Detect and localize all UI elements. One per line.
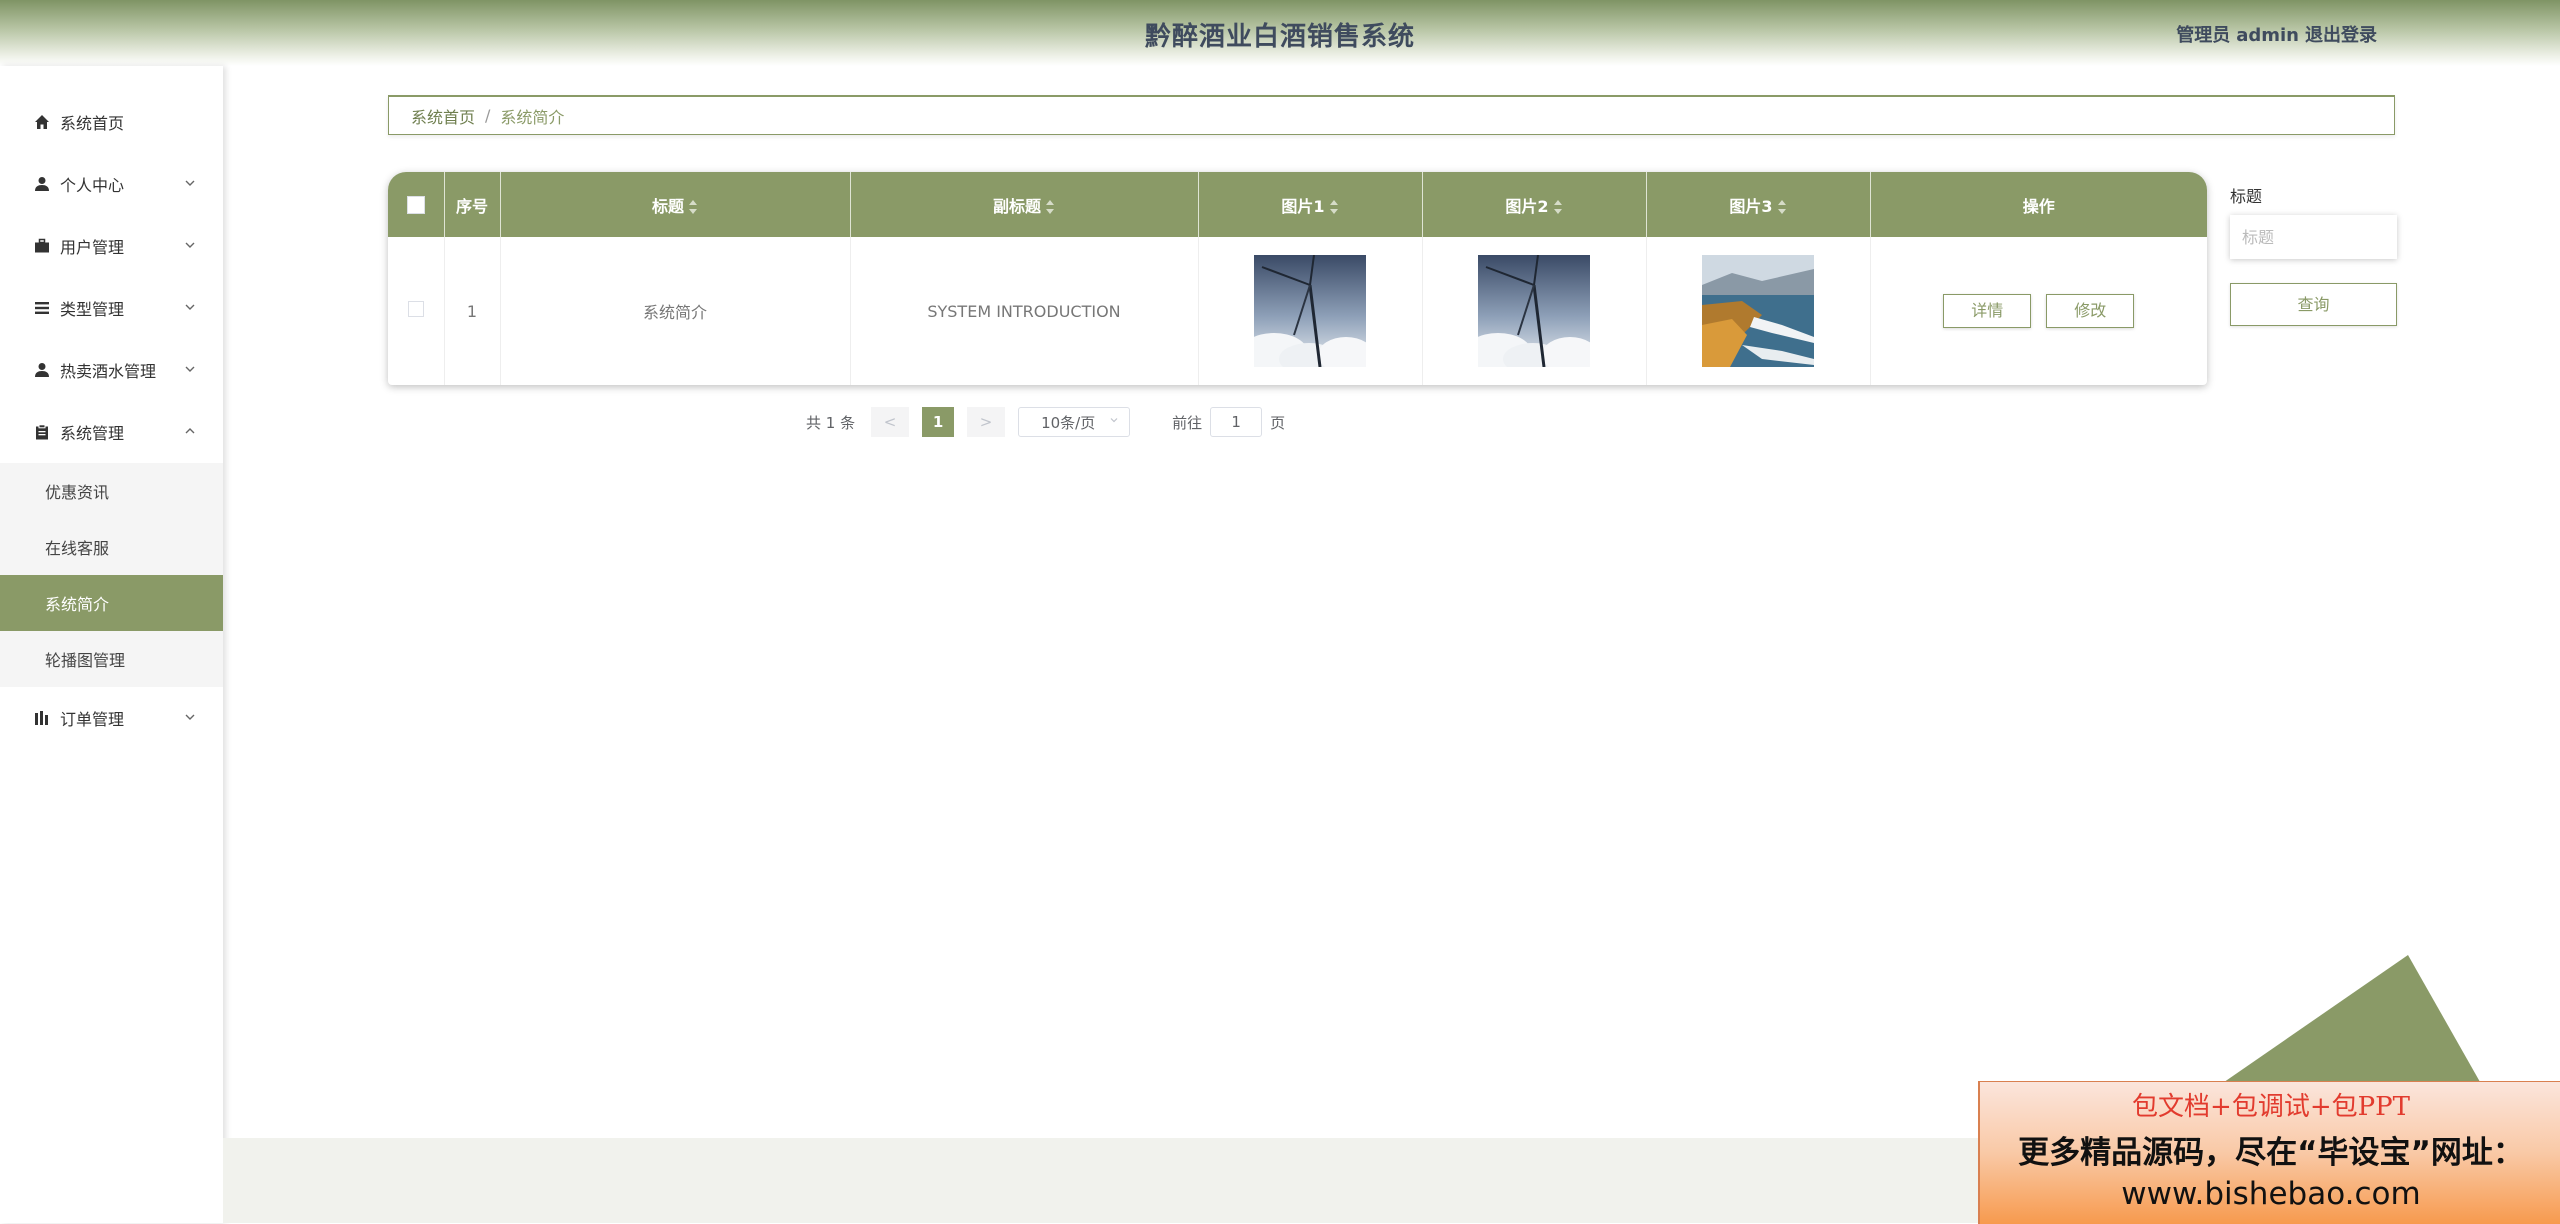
sort-icon[interactable] [688,199,698,215]
prev-page-button[interactable]: < [871,407,910,437]
sidebar-item-type-management[interactable]: 类型管理 [0,277,223,339]
submenu-item-promotions[interactable]: 优惠资讯 [0,463,223,519]
sidebar: 系统首页 个人中心 用户管理 类型管理 热卖酒水管理 系统管理 优惠资讯 在线客… [0,66,223,1223]
query-button[interactable]: 查询 [2230,283,2397,326]
sidebar-item-label: 用户管理 [60,238,125,257]
search-input[interactable] [2230,215,2397,259]
sort-icon[interactable] [1553,199,1563,215]
sort-icon[interactable] [1045,199,1055,215]
column-header-image1[interactable]: 图片1 [1198,172,1423,237]
sidebar-item-hot-liquor-management[interactable]: 热卖酒水管理 [0,339,223,401]
username: admin [2236,25,2299,46]
column-header-label: 图片3 [1729,196,1773,216]
sidebar-item-label: 订单管理 [60,710,125,729]
sort-icon[interactable] [1777,199,1787,215]
breadcrumb-home[interactable]: 系统首页 [411,104,475,128]
list-icon [34,300,50,316]
row-subtitle: SYSTEM INTRODUCTION [850,237,1199,385]
chevron-down-icon [185,242,195,248]
column-header-label: 图片1 [1281,196,1325,216]
sidebar-item-home[interactable]: 系统首页 [0,91,223,153]
sidebar-item-personal-center[interactable]: 个人中心 [0,153,223,215]
sidebar-item-label: 热卖酒水管理 [60,362,157,381]
row-image3-cell [1646,237,1871,385]
chevron-down-icon [1110,418,1118,423]
column-header-image3[interactable]: 图片3 [1646,172,1871,237]
goto-prefix: 前往 [1172,413,1203,432]
chevron-down-icon [185,180,195,186]
user-icon [34,176,50,192]
sidebar-item-user-management[interactable]: 用户管理 [0,215,223,277]
table-header-row: 序号 标题 副标题 图片1 图片2 图片3 操作 [388,172,2207,237]
wind-turbine-image[interactable] [1254,255,1366,367]
chevron-down-icon [185,714,195,720]
next-page-button[interactable]: > [967,407,1006,437]
goto-page-input[interactable] [1210,407,1263,437]
top-header: 黔醉酒业白酒销售系统 管理员 admin 退出登录 [0,0,2560,66]
table-row: 1 系统简介 SYSTEM INTRODUCTION 详情 修改 [388,237,2207,385]
briefcase-icon [34,238,50,254]
row-checkbox[interactable] [407,301,424,317]
select-all-header[interactable] [388,172,445,237]
sidebar-item-system-management[interactable]: 系统管理 [0,401,223,463]
row-image2-cell [1422,237,1647,385]
breadcrumb-current: 系统简介 [500,107,565,127]
page-size-value: 10条/页 [1041,413,1096,432]
column-header-subtitle[interactable]: 副标题 [850,172,1199,237]
sidebar-item-order-management[interactable]: 订单管理 [0,687,223,749]
pagination-total: 共 1 条 [806,413,856,432]
breadcrumb: 系统首页 / 系统简介 [388,95,2395,135]
sort-icon[interactable] [1329,199,1339,215]
sidebar-item-label: 类型管理 [60,300,125,319]
breadcrumb-separator: / [485,106,491,125]
sidebar-item-label: 系统首页 [60,114,125,133]
chevron-up-icon [185,428,195,434]
detail-button[interactable]: 详情 [1943,294,2032,328]
user-role: 管理员 [2176,25,2231,46]
row-actions-cell: 详情 修改 [1870,237,2207,385]
submenu-item-carousel-management[interactable]: 轮播图管理 [0,631,223,687]
row-index: 1 [444,237,501,385]
home-icon [34,114,50,130]
coastline-image[interactable] [1702,255,1814,367]
promo-line-2: 更多精品源码，尽在“毕设宝”网址： [2018,1135,2524,1171]
submenu-item-system-intro[interactable]: 系统简介 [0,575,223,631]
sidebar-item-label: 系统管理 [60,424,125,443]
column-header-image2[interactable]: 图片2 [1422,172,1647,237]
sidebar-item-label: 个人中心 [60,176,125,195]
promo-url: www.bishebao.com [2121,1176,2421,1212]
system-submenu: 优惠资讯 在线客服 系统简介 轮播图管理 [0,463,223,687]
row-title: 系统简介 [500,237,851,385]
chevron-down-icon [185,366,195,372]
chevron-down-icon [185,304,195,310]
search-label: 标题 [2230,187,2263,206]
chart-icon [34,710,50,726]
column-header-label: 标题 [651,196,684,216]
row-select-cell[interactable] [388,237,445,385]
pagination: 共 1 条 < 1 > 10条/页 前往 页 [806,407,1285,437]
submenu-item-online-service[interactable]: 在线客服 [0,519,223,575]
column-header-actions: 操作 [1870,172,2207,237]
user-icon [34,362,50,378]
page-size-select[interactable]: 10条/页 [1018,407,1131,437]
edit-button[interactable]: 修改 [2046,294,2135,328]
data-table: 序号 标题 副标题 图片1 图片2 图片3 操作 1 系统简介 SYSTEM I… [388,172,2207,385]
clipboard-icon [34,424,50,440]
column-header-label: 图片2 [1505,196,1549,216]
user-info: 管理员 admin 退出登录 [2170,21,2377,47]
row-image1-cell [1198,237,1423,385]
column-header-label: 副标题 [992,196,1041,216]
goto-suffix: 页 [1270,413,1286,432]
wind-turbine-image[interactable] [1478,255,1590,367]
column-header-title[interactable]: 标题 [500,172,851,237]
promo-line-1: 包文档+包调试+包PPT [2132,1092,2410,1122]
logout-link[interactable]: 退出登录 [2305,25,2377,46]
page-number-button[interactable]: 1 [922,407,955,437]
promo-banner[interactable]: 包文档+包调试+包PPT 更多精品源码，尽在“毕设宝”网址： www.bishe… [1978,1081,2560,1224]
select-all-checkbox[interactable] [406,196,425,215]
column-header-index: 序号 [444,172,501,237]
